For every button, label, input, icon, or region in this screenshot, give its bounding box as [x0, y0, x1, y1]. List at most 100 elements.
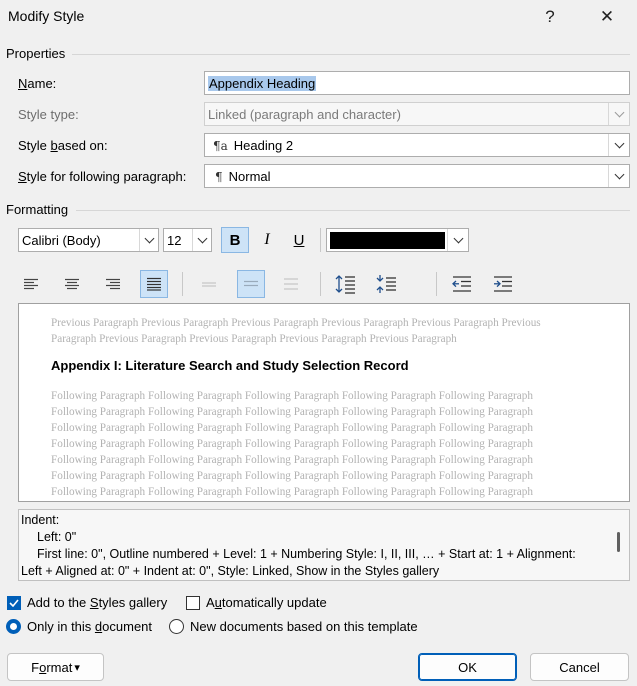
chevron-down-icon[interactable]: [192, 229, 211, 251]
only-in-this-document-label: Only in this document: [27, 619, 153, 634]
bold-button[interactable]: B: [221, 227, 249, 253]
help-icon: ?: [545, 7, 555, 26]
align-center-button[interactable]: [58, 270, 86, 298]
automatically-update-checkbox[interactable]: Automatically update: [186, 595, 327, 610]
checkbox-unchecked-icon: [186, 595, 200, 610]
preview-following-line: Following Paragraph Following Paragraph …: [51, 438, 533, 450]
checkbox-checked-icon: [7, 595, 21, 610]
decrease-indent-icon: [452, 276, 471, 292]
underline-icon: U: [293, 231, 305, 249]
radio-unselected-icon: [169, 619, 184, 634]
preview-following-line: Following Paragraph Following Paragraph …: [51, 454, 533, 466]
paragraph-spacing-decrease-icon: [376, 275, 396, 293]
style-preview: Previous Paragraph Previous Paragraph Pr…: [18, 303, 630, 502]
help-button[interactable]: ?: [533, 4, 567, 30]
toolbar-separator: [182, 272, 183, 296]
italic-icon: I: [264, 231, 270, 248]
preview-following-line: Following Paragraph Following Paragraph …: [51, 406, 533, 418]
dialog-title: Modify Style: [8, 8, 85, 24]
align-right-icon: [106, 278, 120, 290]
toolbar-separator: [320, 272, 321, 296]
style-based-on-label: Style based on:: [18, 138, 108, 153]
chevron-down-icon[interactable]: [608, 165, 629, 187]
single-spacing-button[interactable]: [195, 270, 223, 298]
align-left-icon: [24, 278, 38, 290]
font-color-swatch: [330, 231, 445, 249]
toolbar-separator: [320, 228, 321, 252]
chevron-down-icon: [608, 103, 629, 125]
italic-button[interactable]: I: [253, 227, 281, 253]
close-icon: ✕: [599, 7, 615, 26]
name-input-value: Appendix Heading: [208, 75, 317, 91]
preview-following-line: Following Paragraph Following Paragraph …: [51, 486, 533, 498]
add-to-styles-gallery-label: Add to the Styles gallery: [27, 595, 168, 610]
preview-following-line: Following Paragraph Following Paragraph …: [51, 422, 533, 434]
description-scrollbar[interactable]: [617, 532, 620, 552]
radio-selected-icon: [6, 619, 21, 634]
align-center-icon: [65, 278, 79, 290]
decrease-indent-button[interactable]: [448, 270, 476, 298]
name-input[interactable]: Appendix Heading: [204, 71, 630, 95]
linked-style-icon: ¶a: [213, 138, 228, 153]
formatting-section-label: Formatting: [6, 202, 69, 217]
new-documents-label: New documents based on this template: [190, 619, 418, 634]
following-paragraph-select[interactable]: ¶ Normal: [204, 164, 630, 188]
properties-section-label: Properties: [6, 46, 66, 61]
ok-button[interactable]: OK: [418, 653, 517, 681]
double-spacing-button[interactable]: [277, 270, 305, 298]
preview-previous-line: Previous Paragraph Previous Paragraph Pr…: [51, 317, 541, 329]
caret-down-icon: ▾: [74, 661, 80, 674]
single-spacing-icon: [202, 282, 216, 287]
toolbar-separator: [436, 272, 437, 296]
description-line: Left: 0": [37, 530, 77, 544]
close-button[interactable]: ✕: [590, 4, 624, 30]
properties-divider: [72, 54, 630, 55]
description-line: Left + Aligned at: 0" + Indent at: 0", S…: [21, 564, 440, 578]
one-half-spacing-icon: [244, 280, 258, 287]
justify-icon: [147, 277, 161, 291]
align-left-button[interactable]: [17, 270, 45, 298]
font-name-select[interactable]: Calibri (Body): [18, 228, 159, 252]
formatting-divider: [76, 210, 630, 211]
font-size-value: 12: [167, 232, 182, 248]
underline-button[interactable]: U: [285, 227, 313, 253]
add-to-styles-gallery-checkbox[interactable]: Add to the Styles gallery: [7, 595, 167, 610]
font-name-value: Calibri (Body): [22, 232, 101, 248]
following-paragraph-value: Normal: [228, 168, 271, 184]
style-description: Indent: Left: 0" First line: 0", Outline…: [18, 509, 630, 581]
name-label: Name:: [18, 76, 57, 91]
bold-icon: B: [229, 231, 241, 249]
preview-following-line: Following Paragraph Following Paragraph …: [51, 470, 533, 482]
preview-previous-line: Paragraph Previous Paragraph Previous Pa…: [51, 333, 457, 345]
style-type-value: Linked (paragraph and character): [208, 106, 401, 122]
preview-heading: Appendix I: Literature Search and Study …: [51, 358, 409, 373]
justify-button[interactable]: [140, 270, 168, 298]
increase-paragraph-spacing-button[interactable]: [331, 270, 359, 298]
style-type-select: Linked (paragraph and character): [204, 102, 630, 126]
paragraph-style-icon: ¶: [215, 169, 223, 184]
description-line: First line: 0", Outline numbered + Level…: [37, 547, 576, 561]
align-right-button[interactable]: [99, 270, 127, 298]
font-color-select[interactable]: [326, 228, 469, 252]
style-based-on-value: Heading 2: [233, 137, 294, 153]
double-spacing-icon: [284, 278, 298, 290]
automatically-update-label: Automatically update: [206, 595, 327, 610]
decrease-paragraph-spacing-button[interactable]: [372, 270, 400, 298]
chevron-down-icon[interactable]: [447, 229, 468, 251]
chevron-down-icon[interactable]: [139, 229, 158, 251]
description-line: Indent:: [21, 513, 60, 527]
new-documents-radio[interactable]: New documents based on this template: [169, 619, 418, 634]
style-type-label: Style type:: [18, 107, 79, 122]
paragraph-spacing-increase-icon: [335, 275, 355, 294]
increase-indent-icon: [494, 276, 512, 292]
cancel-button[interactable]: Cancel: [530, 653, 629, 681]
only-in-this-document-radio[interactable]: Only in this document: [6, 619, 152, 634]
style-based-on-select[interactable]: ¶a Heading 2: [204, 133, 630, 157]
following-paragraph-label: Style for following paragraph:: [18, 169, 187, 184]
chevron-down-icon[interactable]: [608, 134, 629, 156]
one-half-spacing-button[interactable]: [237, 270, 265, 298]
preview-following-line: Following Paragraph Following Paragraph …: [51, 390, 533, 402]
increase-indent-button[interactable]: [489, 270, 517, 298]
format-button[interactable]: Fo rmat ▾: [7, 653, 104, 681]
font-size-select[interactable]: 12: [163, 228, 212, 252]
